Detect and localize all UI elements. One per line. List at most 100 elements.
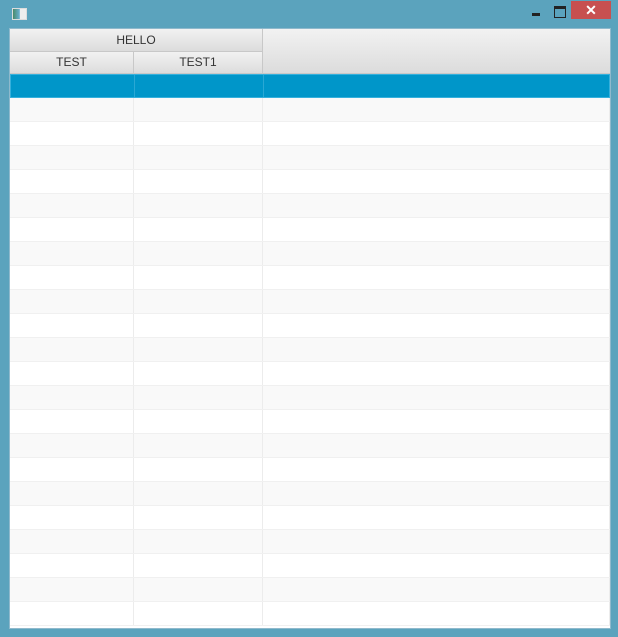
table-cell[interactable] bbox=[10, 434, 134, 457]
table-row[interactable] bbox=[10, 338, 610, 362]
table-cell[interactable] bbox=[263, 530, 610, 553]
table-row[interactable] bbox=[10, 458, 610, 482]
table-cell[interactable] bbox=[10, 602, 134, 625]
table-cell[interactable] bbox=[10, 482, 134, 505]
table-cell[interactable] bbox=[134, 386, 263, 409]
table-row[interactable] bbox=[10, 194, 610, 218]
table-cell[interactable] bbox=[263, 98, 610, 121]
table-cell[interactable] bbox=[134, 266, 263, 289]
table-row[interactable] bbox=[10, 362, 610, 386]
table-cell[interactable] bbox=[134, 218, 263, 241]
table-cell[interactable] bbox=[263, 194, 610, 217]
table-cell[interactable] bbox=[10, 290, 134, 313]
table-cell[interactable] bbox=[10, 146, 134, 169]
table-cell[interactable] bbox=[263, 314, 610, 337]
table-row[interactable] bbox=[10, 314, 610, 338]
table-row[interactable] bbox=[10, 74, 610, 98]
table-cell[interactable] bbox=[134, 314, 263, 337]
column-header-test1[interactable]: TEST1 bbox=[134, 52, 263, 74]
table-cell[interactable] bbox=[134, 242, 263, 265]
table-cell[interactable] bbox=[10, 410, 134, 433]
table-cell[interactable] bbox=[134, 506, 263, 529]
table-row[interactable] bbox=[10, 218, 610, 242]
table-cell[interactable] bbox=[263, 578, 610, 601]
table-cell[interactable] bbox=[134, 554, 263, 577]
table-row[interactable] bbox=[10, 554, 610, 578]
table-row[interactable] bbox=[10, 290, 610, 314]
table-view[interactable]: HELLO TEST TEST1 bbox=[9, 28, 611, 629]
table-row[interactable] bbox=[10, 146, 610, 170]
table-cell[interactable] bbox=[134, 482, 263, 505]
table-row[interactable] bbox=[10, 506, 610, 530]
table-row[interactable] bbox=[10, 578, 610, 602]
column-group-header-hello[interactable]: HELLO bbox=[10, 29, 263, 52]
table-cell[interactable] bbox=[263, 458, 610, 481]
minimize-button[interactable] bbox=[522, 4, 550, 20]
table-row[interactable] bbox=[10, 482, 610, 506]
table-cell[interactable] bbox=[263, 266, 610, 289]
table-row[interactable] bbox=[10, 170, 610, 194]
maximize-button[interactable] bbox=[549, 4, 571, 20]
table-cell[interactable] bbox=[263, 242, 610, 265]
table-row[interactable] bbox=[10, 386, 610, 410]
table-cell[interactable] bbox=[134, 362, 263, 385]
table-cell[interactable] bbox=[134, 194, 263, 217]
table-cell[interactable] bbox=[134, 530, 263, 553]
table-cell[interactable] bbox=[264, 75, 610, 97]
table-cell[interactable] bbox=[263, 218, 610, 241]
table-cell[interactable] bbox=[134, 434, 263, 457]
table-row[interactable] bbox=[10, 122, 610, 146]
table-cell[interactable] bbox=[263, 170, 610, 193]
table-row[interactable] bbox=[10, 530, 610, 554]
table-cell[interactable] bbox=[263, 122, 610, 145]
table-row[interactable] bbox=[10, 98, 610, 122]
table-cell[interactable] bbox=[263, 338, 610, 361]
table-cell[interactable] bbox=[10, 530, 134, 553]
table-cell[interactable] bbox=[134, 98, 263, 121]
table-cell[interactable] bbox=[134, 338, 263, 361]
table-cell[interactable] bbox=[10, 266, 134, 289]
table-cell[interactable] bbox=[10, 506, 134, 529]
column-header-test[interactable]: TEST bbox=[10, 52, 134, 74]
table-cell[interactable] bbox=[10, 218, 134, 241]
table-cell[interactable] bbox=[10, 458, 134, 481]
table-cell[interactable] bbox=[134, 458, 263, 481]
table-cell[interactable] bbox=[10, 578, 134, 601]
table-row[interactable] bbox=[10, 266, 610, 290]
table-row[interactable] bbox=[10, 410, 610, 434]
table-cell[interactable] bbox=[263, 434, 610, 457]
table-cell[interactable] bbox=[135, 75, 264, 97]
table-cell[interactable] bbox=[10, 170, 134, 193]
table-cell[interactable] bbox=[10, 98, 134, 121]
table-cell[interactable] bbox=[263, 410, 610, 433]
table-cell[interactable] bbox=[263, 290, 610, 313]
table-cell[interactable] bbox=[263, 554, 610, 577]
table-cell[interactable] bbox=[263, 146, 610, 169]
table-cell[interactable] bbox=[263, 362, 610, 385]
table-cell[interactable] bbox=[10, 362, 134, 385]
table-cell[interactable] bbox=[134, 170, 263, 193]
table-cell[interactable] bbox=[134, 578, 263, 601]
table-cell[interactable] bbox=[10, 386, 134, 409]
table-cell[interactable] bbox=[263, 482, 610, 505]
table-cell[interactable] bbox=[10, 122, 134, 145]
table-cell[interactable] bbox=[263, 506, 610, 529]
table-cell[interactable] bbox=[263, 386, 610, 409]
table-cell[interactable] bbox=[11, 75, 135, 97]
table-cell[interactable] bbox=[10, 314, 134, 337]
table-cell[interactable] bbox=[10, 242, 134, 265]
table-row[interactable] bbox=[10, 242, 610, 266]
close-button[interactable]: ✕ bbox=[571, 1, 611, 19]
table-body bbox=[10, 74, 610, 626]
table-cell[interactable] bbox=[10, 554, 134, 577]
table-row[interactable] bbox=[10, 602, 610, 626]
table-cell[interactable] bbox=[134, 602, 263, 625]
table-cell[interactable] bbox=[134, 146, 263, 169]
table-cell[interactable] bbox=[134, 122, 263, 145]
table-cell[interactable] bbox=[10, 338, 134, 361]
table-row[interactable] bbox=[10, 434, 610, 458]
table-cell[interactable] bbox=[10, 194, 134, 217]
table-cell[interactable] bbox=[263, 602, 610, 625]
table-cell[interactable] bbox=[134, 410, 263, 433]
table-cell[interactable] bbox=[134, 290, 263, 313]
